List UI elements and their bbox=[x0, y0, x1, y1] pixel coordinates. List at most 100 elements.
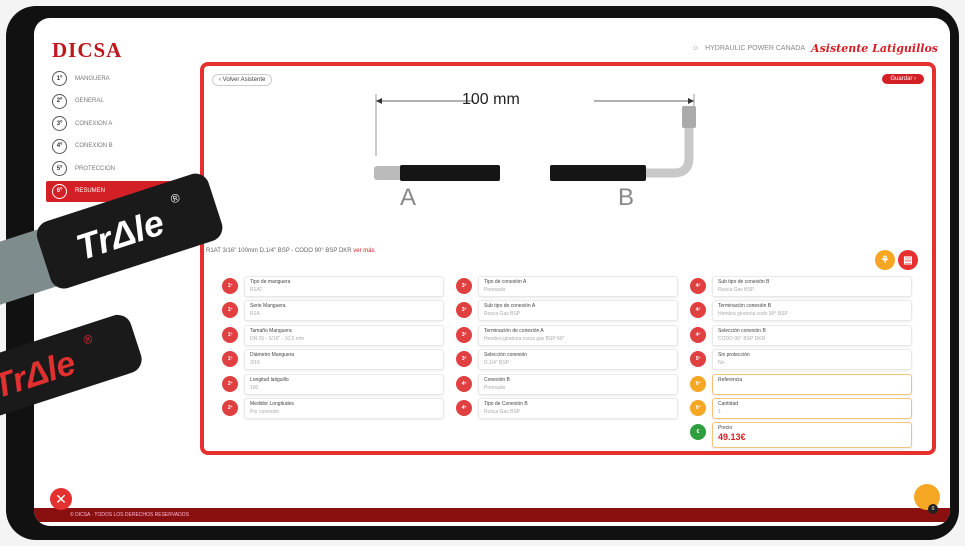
field-terminacion-a: 3º Terminación de conexión A Hembra girato… bbox=[456, 324, 678, 346]
field-value: 3/16 bbox=[250, 360, 260, 367]
field-value: Rosca Gas BSP bbox=[484, 311, 521, 318]
step-badge: 4º bbox=[690, 302, 706, 319]
step-badge: 2º bbox=[222, 375, 238, 392]
app-screen: DICSA ☺ HYDRAULIC POWER CANADA Asistente… bbox=[34, 18, 950, 526]
step-label: MANGUERA bbox=[75, 75, 110, 82]
field-box[interactable]: Longitud latiguillo 100 bbox=[244, 373, 444, 395]
field-tipo-conexion-b: 4º Tipo de Conexión B Rosca Gas BSP bbox=[456, 397, 678, 419]
step-badge: 3º bbox=[456, 278, 472, 294]
end-b-label: B bbox=[618, 184, 635, 211]
summary-text: R1AT 3/16" 100mm D.1/4" BSP - CODO 90° B… bbox=[206, 248, 352, 254]
cart-count: 0 bbox=[928, 504, 938, 514]
field-box[interactable]: Tamaño Manguera DN 05 - 3/16" - 10,5 mm bbox=[244, 324, 444, 346]
field-label: Tipo de manguera bbox=[250, 279, 291, 285]
field-seleccion-conexion: 3º Selección conexión D.1/4" BSP bbox=[456, 349, 678, 371]
field-box[interactable]: Terminación de conexión A Hembra giratori… bbox=[478, 324, 678, 346]
step-badge: 1º bbox=[222, 278, 238, 294]
field-box[interactable]: Sin protección No bbox=[712, 349, 912, 371]
field-proteccion: 5º Sin protección No bbox=[690, 349, 912, 371]
end-a-label: A bbox=[400, 184, 417, 211]
field-value: 1 bbox=[718, 408, 721, 415]
step-badge: 3º bbox=[456, 302, 472, 319]
step-conexion-b[interactable]: 4º CONEXION B bbox=[46, 136, 196, 157]
fields-column-1: 1º Tipo de manguera R1AT 1º Serie Manguera R… bbox=[222, 276, 444, 422]
back-button[interactable]: ‹ Volver Asistente bbox=[212, 74, 273, 86]
step-manguera[interactable]: 1º MANGUERA bbox=[46, 68, 196, 89]
field-box[interactable]: Tipo de Conexión B Rosca Gas BSP bbox=[478, 397, 678, 419]
price-badge: € bbox=[690, 424, 706, 441]
step-resumen[interactable]: 6º RESUMEN bbox=[46, 180, 196, 202]
field-box[interactable]: Selección conexión B CODO 90° BSP DKR bbox=[712, 324, 912, 346]
reference-input[interactable]: Referencia bbox=[712, 373, 912, 395]
field-longitud: 2º Longitud latiguillo 100 bbox=[222, 373, 444, 395]
field-label: Terminación conexión B bbox=[718, 303, 772, 310]
field-box[interactable]: Selección conexión D.1/4" BSP bbox=[478, 349, 678, 371]
field-box[interactable]: Sub tipo de conexión A Rosca Gas BSP bbox=[478, 300, 678, 322]
step-number: 1º bbox=[52, 71, 67, 86]
field-box[interactable]: Terminación conexión B Hembra giratoria c… bbox=[712, 300, 912, 322]
step-label: GENERAL bbox=[75, 98, 104, 104]
field-value: R1AT bbox=[250, 287, 263, 293]
field-subtipo-conexion-b: 4º Sub tipo de conexión B Rosca Gas BSP bbox=[690, 276, 912, 297]
field-value: CODO 90° BSP DKR bbox=[718, 335, 766, 342]
field-label: Tipo de Conexión B bbox=[484, 400, 528, 407]
field-tamano-manguera: 1º Tamaño Manguera DN 05 - 3/16" - 10,5 mm bbox=[222, 324, 444, 346]
field-tipo-conexion-a: 3º Tipo de conexión A Prensado bbox=[456, 276, 678, 297]
field-label: Selección conexión bbox=[484, 352, 528, 359]
field-label: Cantidad bbox=[718, 400, 739, 407]
step-badge: 3º bbox=[456, 351, 472, 368]
field-value: Rosca Gas BSP bbox=[484, 408, 521, 415]
header-user: ☺ HYDRAULIC POWER CANADA Asistente Latig… bbox=[692, 42, 938, 55]
step-general[interactable]: 2º GENERAL bbox=[46, 91, 196, 112]
field-box[interactable]: Conexión B Prensado bbox=[478, 373, 678, 395]
footer-bar: © DICSA · TODOS LOS DERECHOS RESERVADOS bbox=[34, 508, 950, 522]
field-value: Hembra giratoria rosca gas BSP 60° bbox=[484, 335, 565, 342]
field-label: Tipo de conexión A bbox=[484, 279, 527, 285]
step-label: RESUMEN bbox=[75, 188, 106, 194]
field-label: Medidor Longitudes bbox=[250, 400, 294, 407]
field-label: Selección conexión B bbox=[718, 327, 766, 334]
field-subtipo-conexion-a: 3º Sub tipo de conexión A Rosca Gas BSP bbox=[456, 300, 678, 322]
step-badge: 1º bbox=[222, 351, 238, 368]
step-badge: 4º bbox=[456, 375, 472, 392]
save-button[interactable]: Guardar › bbox=[882, 74, 924, 84]
field-precio: € Precio 49.13€ bbox=[690, 422, 912, 449]
field-serie-manguera: 1º Serie Manguera R1A bbox=[222, 300, 444, 322]
field-box[interactable]: Diámetro Manguera 3/16 bbox=[244, 349, 444, 371]
field-value: R1A bbox=[250, 311, 260, 318]
step-badge: 1º bbox=[222, 326, 238, 343]
field-label: Diámetro Manguera bbox=[250, 352, 295, 359]
field-value: D.1/4" BSP bbox=[484, 360, 510, 367]
field-diametro-manguera: 1º Diámetro Manguera 3/16 bbox=[222, 349, 444, 371]
field-conexion-b: 4º Conexión B Prensado bbox=[456, 373, 678, 395]
field-box[interactable]: Tipo de manguera R1AT bbox=[244, 276, 444, 297]
step-proteccion[interactable]: 5º PROTECCION bbox=[46, 158, 196, 179]
price-value: 49.13€ bbox=[718, 432, 746, 443]
step-conexion-a[interactable]: 3º CONEXION A bbox=[46, 113, 196, 134]
close-icon[interactable]: ✕ bbox=[50, 488, 72, 510]
pdf-icon[interactable]: ▤ bbox=[898, 250, 918, 270]
summary-line: R1AT 3/16" 100mm D.1/4" BSP - CODO 90° B… bbox=[206, 248, 375, 254]
summary-link[interactable]: ver más bbox=[353, 248, 374, 254]
field-box[interactable]: Serie Manguera R1A bbox=[244, 300, 444, 322]
header-company[interactable]: HYDRAULIC POWER CANADA bbox=[705, 45, 805, 52]
step-number: 6º bbox=[52, 183, 67, 199]
field-referencia: 6º Referencia bbox=[690, 373, 912, 395]
field-value: Prensado bbox=[484, 384, 506, 391]
quantity-input[interactable]: Cantidad 1 bbox=[712, 397, 912, 419]
field-label: Serie Manguera bbox=[250, 303, 286, 310]
step-label: CONEXION A bbox=[75, 120, 113, 127]
field-tipo-manguera: 1º Tipo de manguera R1AT bbox=[222, 276, 444, 297]
step-badge: 4º bbox=[690, 278, 706, 294]
field-box[interactable]: Tipo de conexión A Prensado bbox=[478, 276, 678, 297]
share-icon[interactable]: ⚘ bbox=[875, 250, 895, 270]
step-badge: 2º bbox=[222, 399, 238, 416]
save-label: Guardar bbox=[890, 76, 913, 82]
length-label: 100 mm bbox=[462, 91, 520, 108]
step-number: 5º bbox=[52, 161, 67, 176]
field-label: Terminación de conexión A bbox=[484, 327, 544, 334]
field-value: Rosca Gas BSP bbox=[718, 287, 755, 293]
field-label: Longitud latiguillo bbox=[250, 376, 289, 383]
field-box[interactable]: Medidor Longitudes Por conexión bbox=[244, 397, 444, 419]
field-box[interactable]: Sub tipo de conexión B Rosca Gas BSP bbox=[712, 276, 912, 297]
